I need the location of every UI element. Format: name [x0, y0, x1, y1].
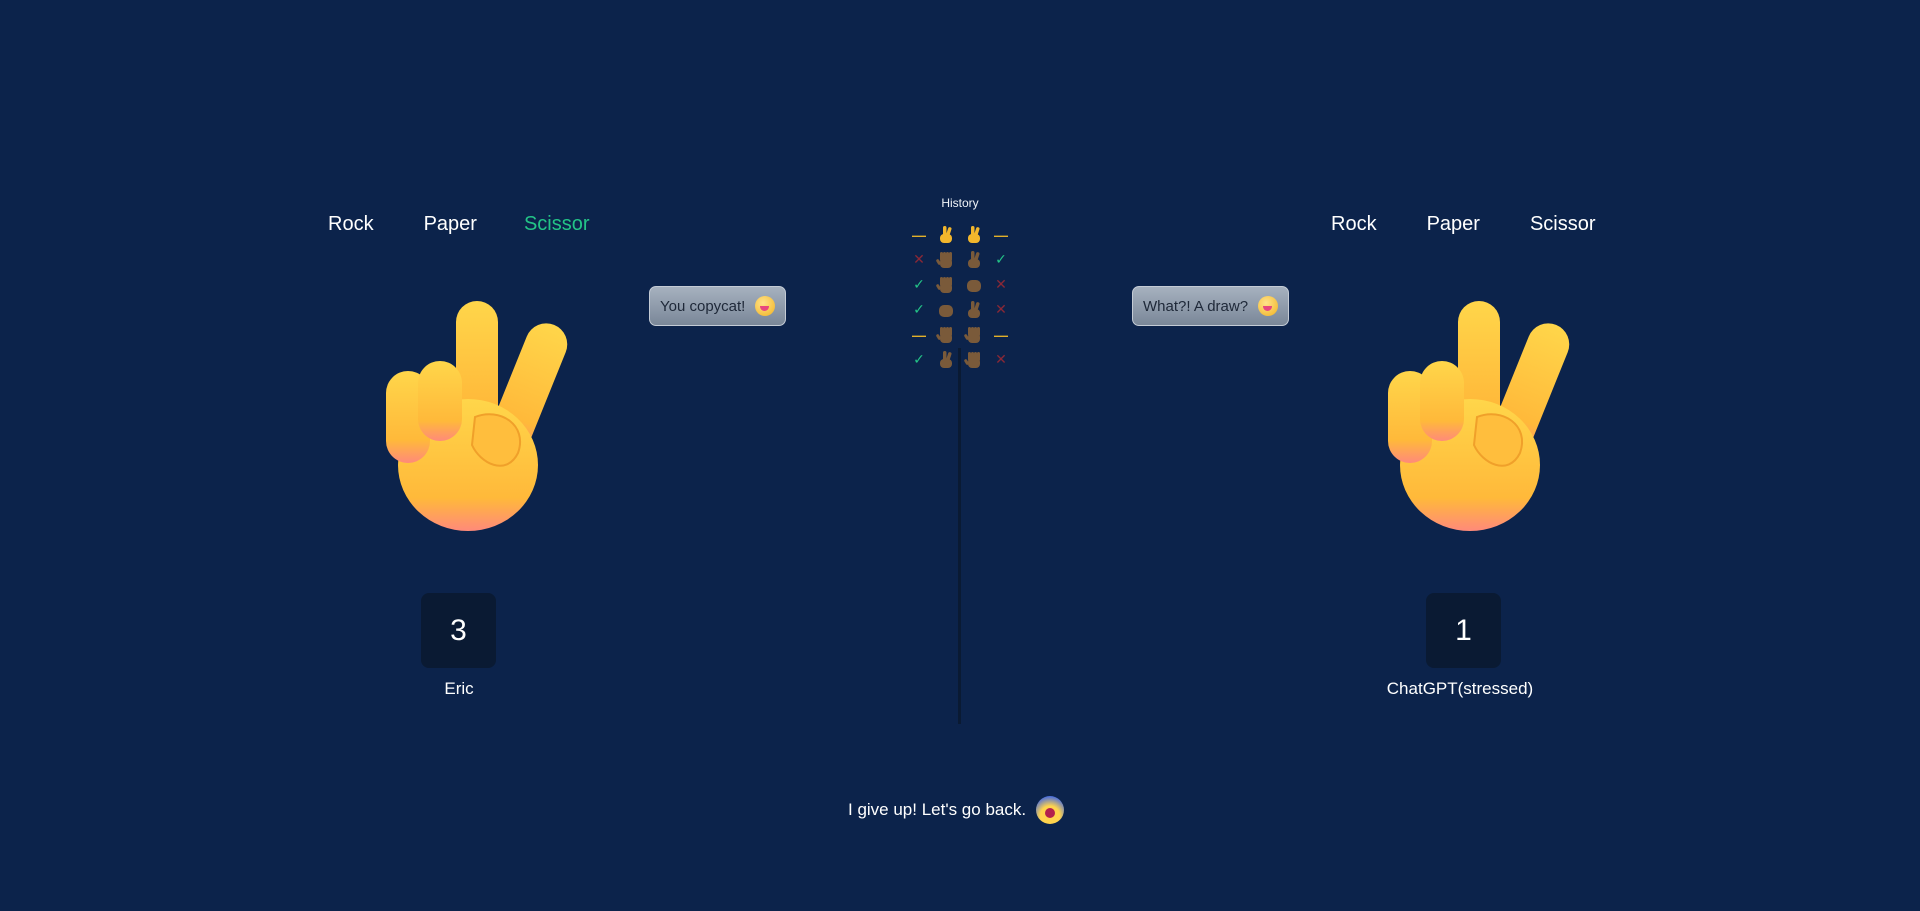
history-opponent-paper-icon	[964, 351, 980, 368]
history-title: History	[941, 196, 979, 210]
player-result-lose-icon: ✕	[913, 251, 925, 267]
opponent-choice-scissor: Scissor	[1529, 213, 1596, 235]
history-player-scissor-icon	[940, 350, 952, 368]
history-player-paper-icon	[936, 326, 952, 343]
player-name: Eric	[444, 679, 474, 698]
history-opponent-scissor-icon	[968, 250, 980, 268]
opponent-score: 1	[1426, 593, 1501, 668]
opponent-choice-paper: Paper	[1426, 213, 1480, 235]
history-opponent-rock-icon	[967, 279, 981, 292]
player-choice-rock[interactable]: Rock	[328, 213, 374, 236]
player-scissor-hand-icon	[386, 301, 568, 531]
history-player-paper-icon	[936, 251, 952, 268]
opponent-choice-rock: Rock	[1331, 213, 1377, 235]
history-opponent-paper-icon	[964, 326, 980, 343]
history-player-scissor-icon	[940, 225, 952, 243]
opponent-result-draw-icon: —	[994, 326, 1008, 343]
history-opponent-scissor-icon	[968, 225, 980, 243]
player-score: 3	[421, 593, 496, 668]
history-row: ✓ ✕	[910, 347, 1010, 372]
player-speech-bubble: You copycat!	[649, 286, 787, 326]
player-result-win-icon: ✓	[913, 351, 925, 367]
opponent-result-draw-icon: —	[994, 226, 1008, 243]
history-player-rock-icon	[939, 304, 953, 317]
shocked-face-icon	[1036, 796, 1065, 824]
history-row: ✓ ✕	[910, 272, 1010, 297]
opponent-choices: Rock Paper Scissor	[1331, 213, 1596, 236]
opponent-result-win-icon: ✓	[995, 251, 1007, 267]
player-choice-scissor[interactable]: Scissor	[524, 213, 590, 236]
history-opponent-scissor-icon	[968, 300, 980, 318]
player-bubble-text: You copycat!	[660, 297, 746, 315]
opponent-name: ChatGPT(stressed)	[1386, 679, 1534, 698]
player-result-win-icon: ✓	[913, 276, 925, 292]
history-row: — —	[910, 222, 1010, 247]
zany-face-icon	[755, 296, 776, 316]
history-row: — —	[910, 322, 1010, 347]
history-player-paper-icon	[936, 276, 952, 293]
opponent-bubble-text: What?! A draw?	[1143, 297, 1249, 315]
give-up-label: I give up! Let's go back.	[848, 800, 1027, 819]
give-up-button[interactable]: I give up! Let's go back.	[848, 796, 1065, 824]
player-result-win-icon: ✓	[913, 301, 925, 317]
opponent-result-lose-icon: ✕	[995, 276, 1007, 292]
opponent-scissor-hand-icon	[1388, 301, 1570, 531]
opponent-result-lose-icon: ✕	[995, 351, 1007, 367]
player-choice-paper[interactable]: Paper	[424, 213, 477, 236]
opponent-speech-bubble: What?! A draw?	[1132, 286, 1290, 326]
history-row: ✕ ✓	[910, 247, 1010, 272]
history-divider	[958, 348, 961, 724]
zany-face-icon	[1258, 296, 1279, 316]
player-choices: Rock Paper Scissor	[328, 213, 590, 236]
player-result-draw-icon: —	[912, 326, 926, 343]
history-list: — — ✕ ✓ ✓ ✕ ✓ ✕ — — ✓ ✕	[910, 222, 1010, 372]
player-result-draw-icon: —	[912, 226, 926, 243]
history-row: ✓ ✕	[910, 297, 1010, 322]
opponent-result-lose-icon: ✕	[995, 301, 1007, 317]
